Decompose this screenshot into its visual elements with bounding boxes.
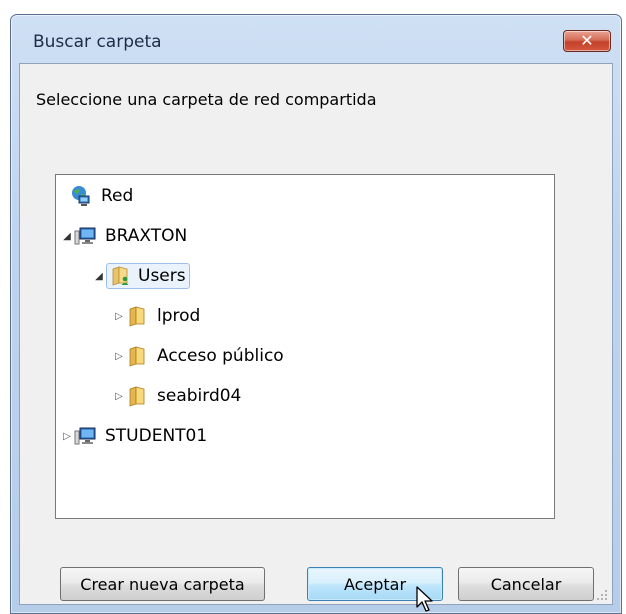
tree-item-seabird04[interactable]: ▷ seabird04 [112,381,244,411]
create-folder-button[interactable]: Crear nueva carpeta [60,567,265,601]
network-globe-icon [70,185,92,207]
mouse-cursor-icon [416,586,433,612]
folder-icon [126,385,148,407]
folder-icon [126,345,148,367]
tree-label-acceso-publico: Acceso público [157,346,284,366]
collapsed-arrow-icon[interactable]: ▷ [112,391,126,402]
collapsed-arrow-icon[interactable]: ▷ [112,351,126,362]
resize-grip-icon[interactable] [596,589,608,601]
collapsed-arrow-icon[interactable]: ▷ [60,431,74,442]
folder-tree[interactable]: Red ◢ BRAXTON ◢ Users ▷ lprod ▷ Acceso p… [55,174,555,519]
tree-label-student01: STUDENT01 [105,426,208,446]
expanded-arrow-icon[interactable]: ◢ [60,231,74,242]
computer-monitor-icon [74,225,96,247]
dialog-body: Seleccione una carpeta de red compartida… [19,63,613,605]
tree-item-acceso-publico[interactable]: ▷ Acceso público [112,341,287,371]
browse-folder-dialog: Buscar carpeta ✕ Seleccione una carpeta … [10,14,622,614]
folder-icon [126,305,148,327]
collapsed-arrow-icon[interactable]: ▷ [112,311,126,322]
tree-label-lprod: lprod [157,306,201,326]
expanded-arrow-icon[interactable]: ◢ [92,271,106,282]
tree-label-network: Red [101,186,134,206]
title-bar[interactable]: Buscar carpeta ✕ [11,15,621,63]
dialog-title: Buscar carpeta [33,32,162,52]
tree-label-seabird04: seabird04 [157,386,242,406]
tree-item-student01[interactable]: ▷ STUDENT01 [60,421,210,451]
tree-label-users: Users [138,266,186,286]
user-folder-icon [110,265,132,287]
close-button[interactable]: ✕ [563,30,611,52]
tree-item-users[interactable]: ◢ Users [92,261,190,291]
tree-item-lprod[interactable]: ▷ lprod [112,301,203,331]
tree-item-network[interactable]: Red [70,181,136,211]
close-icon: ✕ [580,31,594,50]
tree-label-braxton: BRAXTON [105,226,188,246]
tree-item-braxton[interactable]: ◢ BRAXTON [60,221,190,251]
computer-monitor-icon [74,425,96,447]
tree-selection: Users [106,263,190,289]
dialog-prompt: Seleccione una carpeta de red compartida [36,90,377,109]
cancel-button[interactable]: Cancelar [458,567,594,601]
